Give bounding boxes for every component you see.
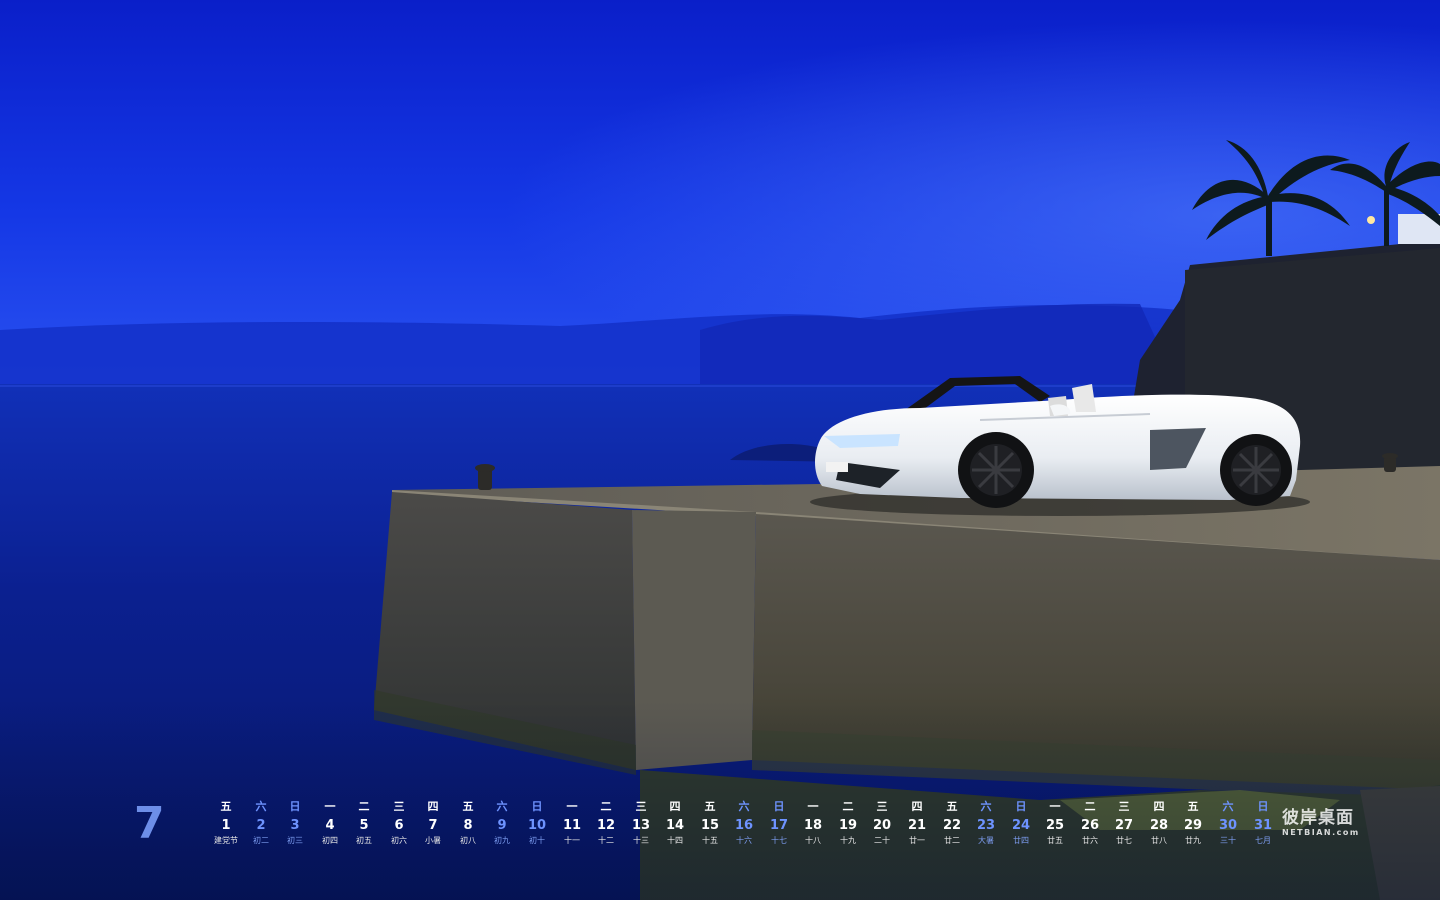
- background-photo: [0, 0, 1440, 900]
